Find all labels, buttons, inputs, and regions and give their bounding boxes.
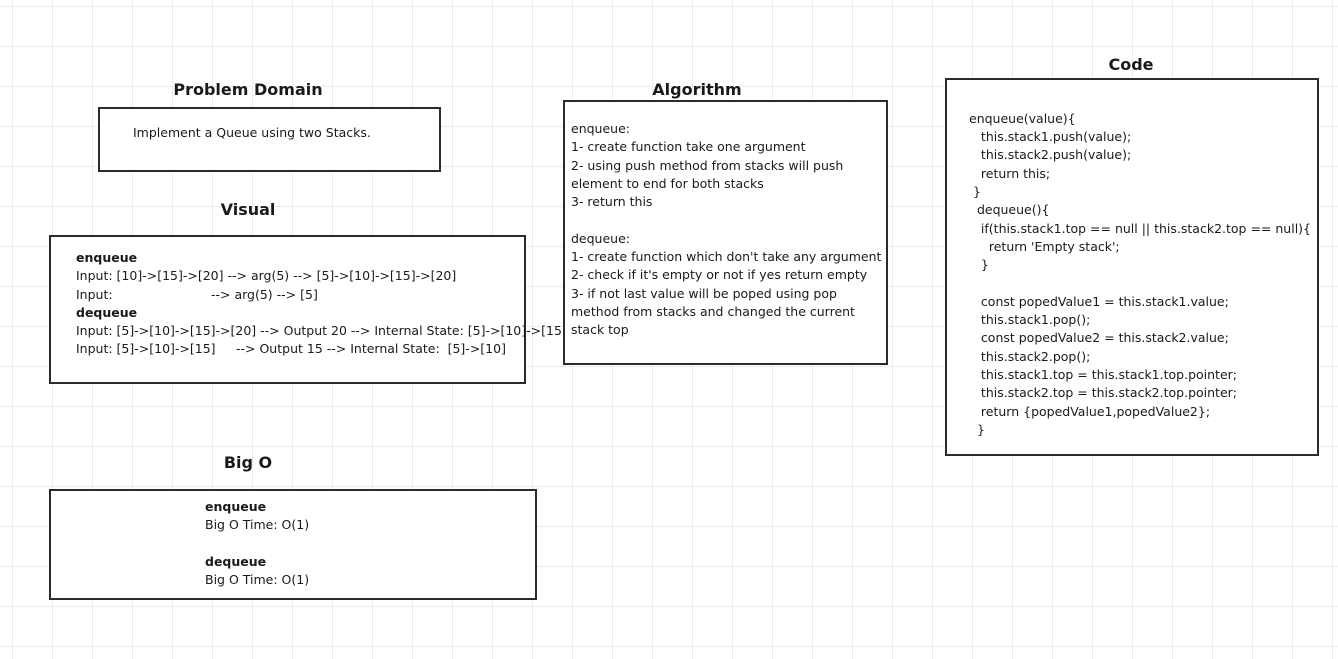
algorithm-line: 3- return this — [571, 194, 653, 209]
code-line: const popedValue2 = this.stack2.value; — [969, 330, 1229, 345]
big-o-title: Big O — [223, 453, 273, 472]
algorithm-line: 3- if not last value will be poped using… — [571, 286, 837, 301]
visual-enqueue-line-1: Input: [10]->[15]->[20] --> arg(5) --> [… — [76, 268, 457, 283]
algorithm-line: enqueue: — [571, 121, 630, 136]
big-o-box[interactable]: enqueue Big O Time: O(1) dequeue Big O T… — [49, 489, 537, 600]
algorithm-box[interactable]: enqueue: 1- create function take one arg… — [563, 100, 888, 365]
algorithm-line: method from stacks and changed the curre… — [571, 304, 855, 319]
visual-dequeue-line-2-input: Input: [5]->[10]->[15] — [76, 341, 216, 356]
visual-title: Visual — [220, 200, 276, 219]
visual-dequeue-line-2-rest: --> Output 15 --> Internal State: [5]->[… — [236, 341, 506, 356]
algorithm-line: 2- check if it's empty or not if yes ret… — [571, 267, 868, 282]
visual-enqueue-line-2-rest: --> arg(5) --> [5] — [211, 287, 318, 302]
code-title: Code — [1108, 55, 1154, 74]
code-box[interactable]: enqueue(value){ this.stack1.push(value);… — [945, 78, 1319, 456]
algorithm-line: dequeue: — [571, 231, 630, 246]
visual-dequeue-line-1: Input: [5]->[10]->[15]->[20] --> Output … — [76, 323, 567, 338]
code-line: return this; — [969, 166, 1051, 181]
big-o-dequeue-time: Big O Time: O(1) — [205, 572, 310, 587]
algorithm-line: element to end for both stacks — [571, 176, 764, 191]
code-line: dequeue(){ — [969, 202, 1050, 217]
algorithm-line: 1- create function take one argument — [571, 139, 806, 154]
code-line: } — [969, 184, 981, 199]
code-line: this.stack1.top = this.stack1.top.pointe… — [969, 367, 1237, 382]
code-line: if(this.stack1.top == null || this.stack… — [969, 221, 1311, 236]
big-o-enqueue-time: Big O Time: O(1) — [205, 517, 310, 532]
code-line: this.stack1.pop(); — [969, 312, 1091, 327]
problem-domain-box[interactable]: Implement a Queue using two Stacks. — [98, 107, 441, 172]
big-o-dequeue-label: dequeue — [205, 554, 267, 569]
code-line: this.stack2.top = this.stack2.top.pointe… — [969, 385, 1237, 400]
code-line: this.stack2.pop(); — [969, 349, 1091, 364]
algorithm-line: 1- create function which don't take any … — [571, 249, 882, 264]
code-line: return {popedValue1,popedValue2}; — [969, 404, 1211, 419]
big-o-enqueue-label: enqueue — [205, 499, 267, 514]
visual-enqueue-line-2-input: Input: — [76, 287, 113, 302]
code-line: } — [969, 257, 989, 272]
code-line: this.stack2.push(value); — [969, 147, 1132, 162]
code-line: return 'Empty stack'; — [969, 239, 1120, 254]
problem-domain-text: Implement a Queue using two Stacks. — [133, 125, 371, 140]
visual-enqueue-label: enqueue — [76, 250, 138, 265]
code-line: enqueue(value){ — [969, 111, 1076, 126]
visual-dequeue-label: dequeue — [76, 305, 138, 320]
visual-box[interactable]: enqueue Input: [10]->[15]->[20] --> arg(… — [49, 235, 567, 384]
problem-domain-title: Problem Domain — [173, 80, 323, 99]
algorithm-line: stack top — [571, 322, 629, 337]
algorithm-title: Algorithm — [652, 80, 742, 99]
code-line: const popedValue1 = this.stack1.value; — [969, 294, 1229, 309]
code-line: this.stack1.push(value); — [969, 129, 1132, 144]
algorithm-line: 2- using push method from stacks will pu… — [571, 158, 844, 173]
code-line: } — [969, 422, 985, 437]
